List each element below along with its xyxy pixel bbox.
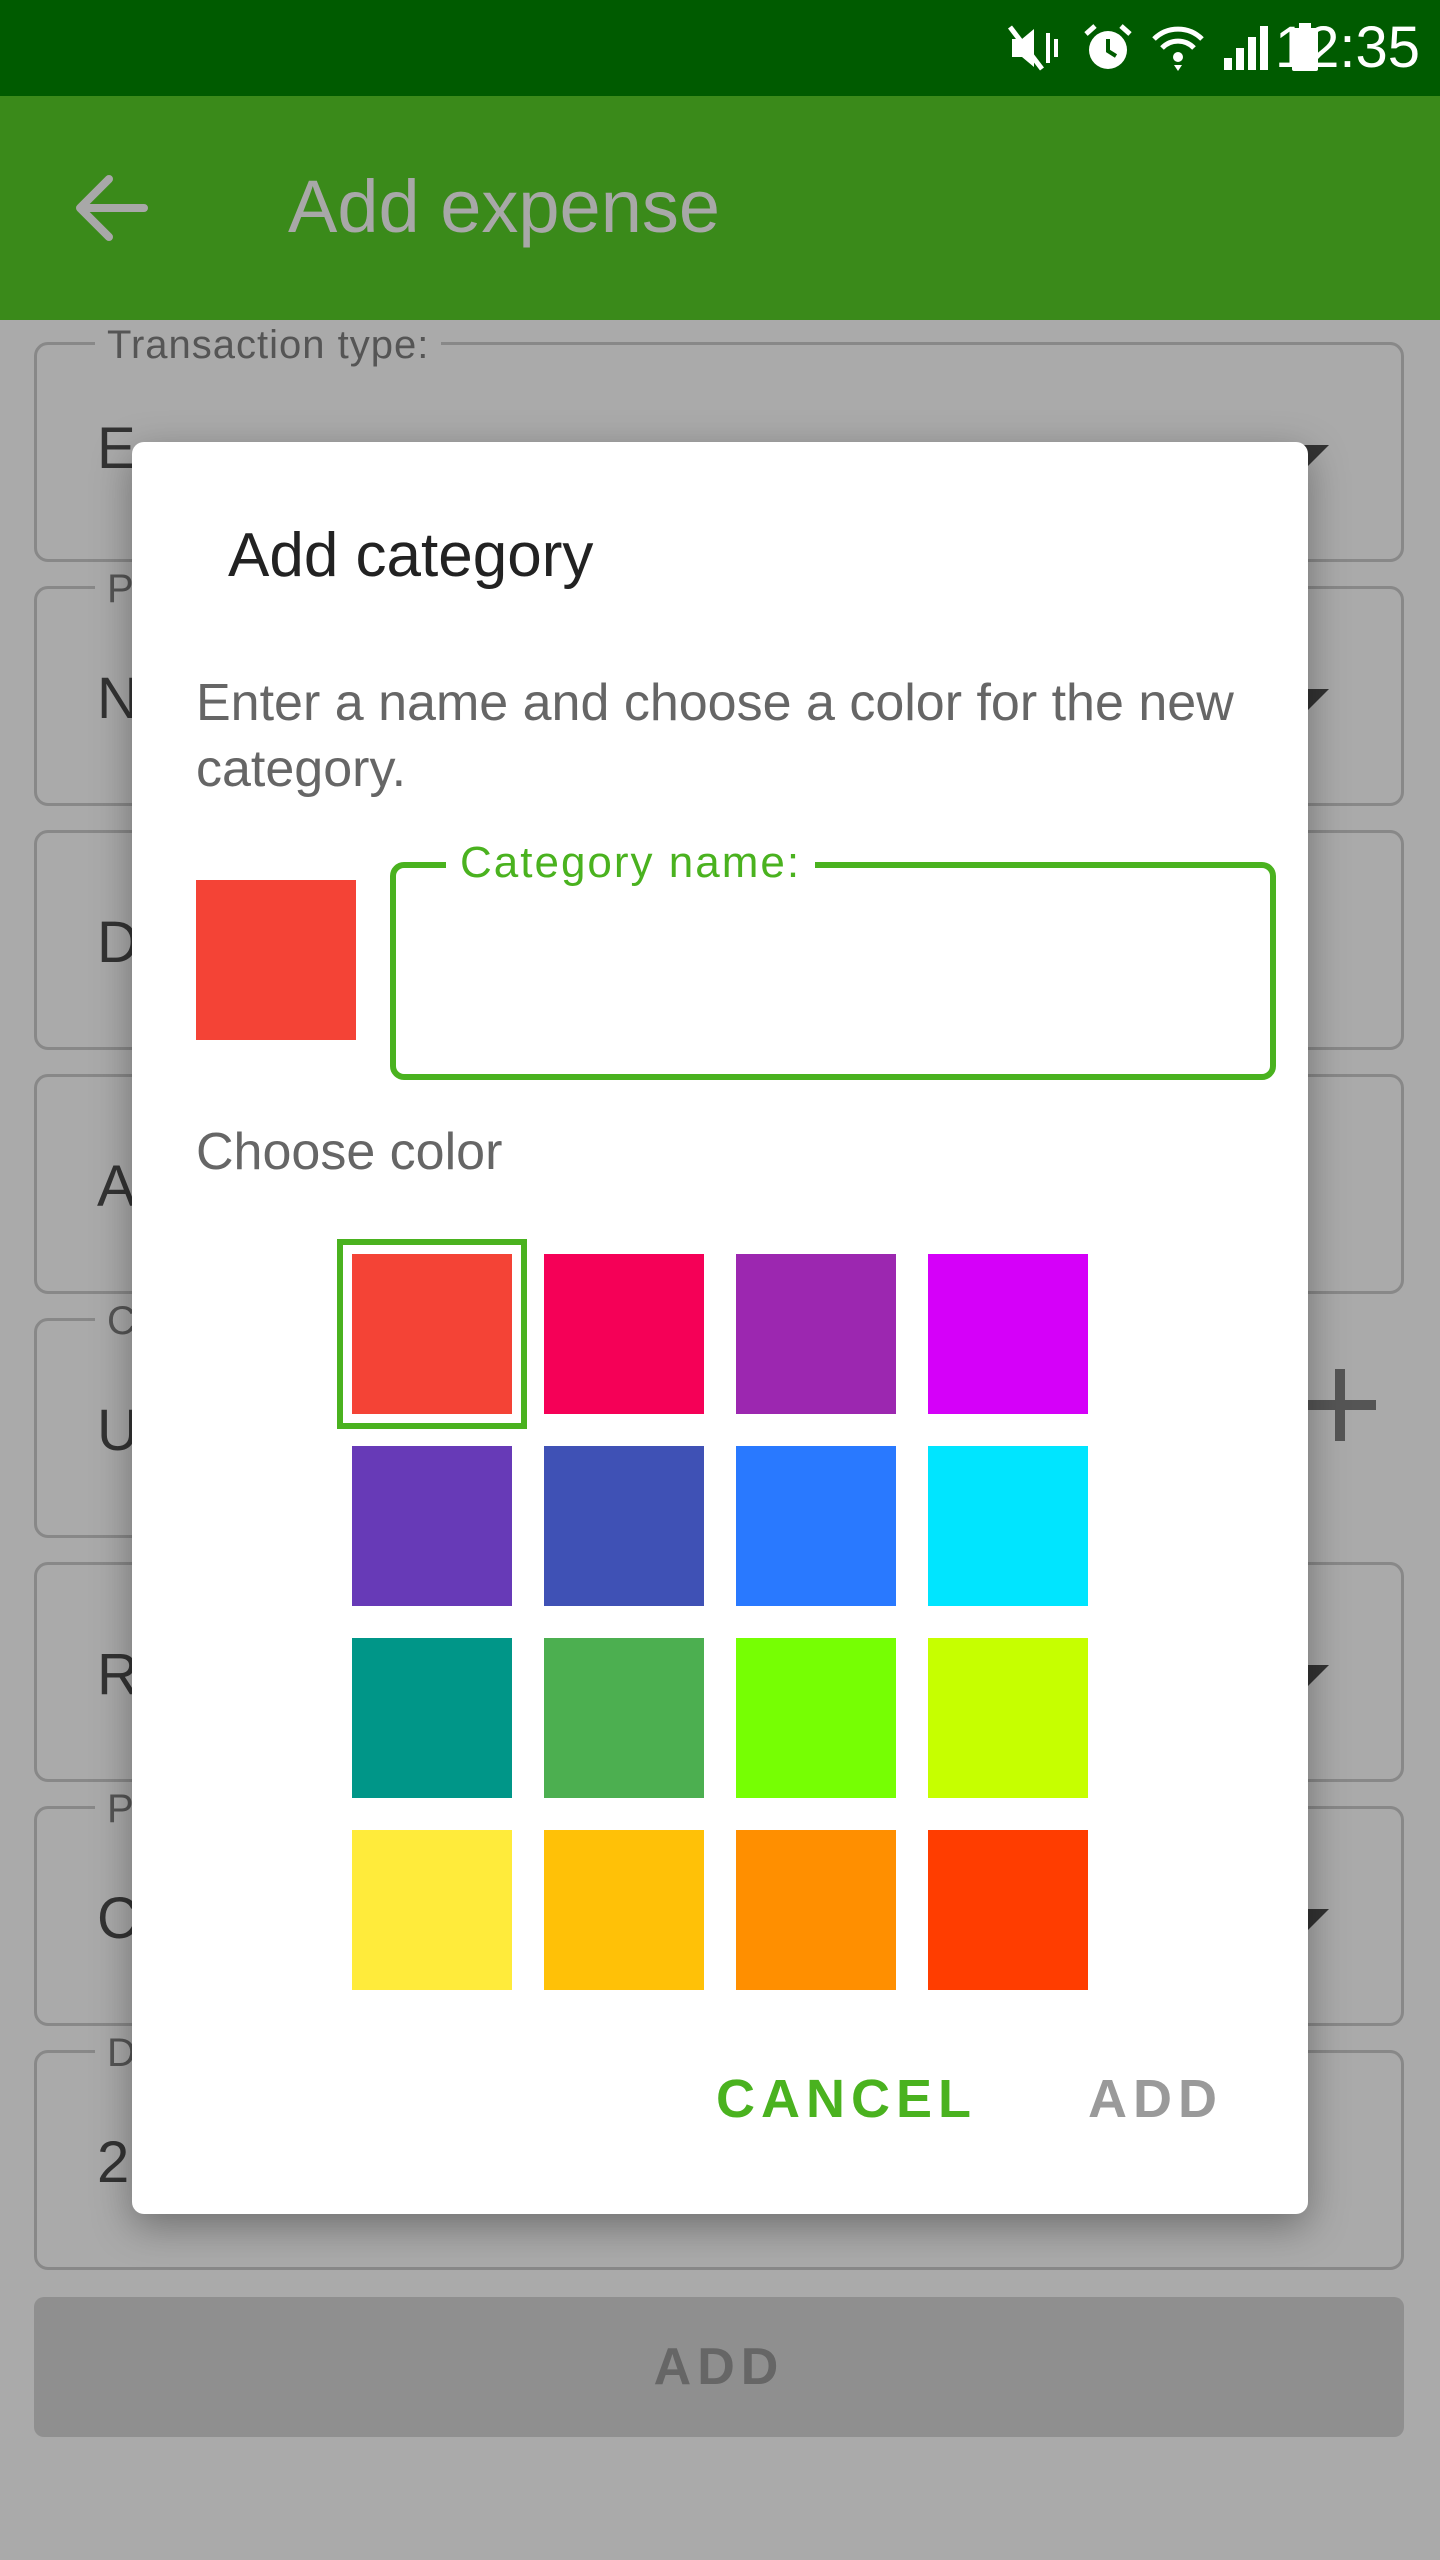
wifi-icon	[1152, 26, 1204, 71]
color-swatch[interactable]	[352, 1446, 512, 1606]
selected-color-preview	[196, 880, 356, 1040]
field-value: 2	[97, 2130, 130, 2195]
color-swatch[interactable]	[544, 1254, 704, 1414]
dialog-message: Enter a name and choose a color for the …	[196, 674, 1234, 798]
add-category-plus-icon[interactable]	[1300, 1365, 1380, 1445]
color-swatch[interactable]	[544, 1446, 704, 1606]
status-icons	[1008, 18, 1320, 78]
form-add-button[interactable]: ADD	[34, 2297, 1404, 2437]
color-swatch[interactable]	[352, 1830, 512, 1990]
color-grid	[337, 1239, 1088, 1990]
back-arrow-icon[interactable]	[74, 173, 148, 243]
category-name-field[interactable]: Category name:	[390, 838, 1276, 1080]
add-category-dialog: Add category Enter a name and choose a c…	[132, 442, 1308, 2214]
color-swatch[interactable]	[736, 1446, 896, 1606]
color-swatch[interactable]	[736, 1638, 896, 1798]
color-swatch[interactable]	[544, 1638, 704, 1798]
alarm-icon	[1084, 24, 1132, 69]
add-button[interactable]: ADD	[1088, 2068, 1223, 2130]
choose-color-label: Choose color	[196, 1123, 503, 1181]
status-bar: 12:35	[0, 0, 1440, 96]
color-swatch[interactable]	[928, 1830, 1088, 1990]
category-name-input[interactable]	[426, 928, 1240, 1020]
color-swatch[interactable]	[337, 1239, 527, 1429]
cancel-button[interactable]: CANCEL	[716, 2068, 977, 2130]
color-swatch[interactable]	[928, 1446, 1088, 1606]
color-swatch[interactable]	[736, 1830, 896, 1990]
category-name-label: Category name:	[446, 838, 816, 888]
mute-vibrate-icon	[1008, 25, 1058, 71]
field-value: E	[97, 416, 136, 481]
field-value: A	[97, 1154, 136, 1219]
field-label: Transaction type:	[95, 323, 442, 368]
color-swatch[interactable]	[928, 1638, 1088, 1798]
page-title: Add expense	[288, 165, 721, 248]
color-swatch[interactable]	[736, 1254, 896, 1414]
color-swatch[interactable]	[544, 1830, 704, 1990]
signal-icon	[1224, 26, 1268, 70]
color-swatch[interactable]	[928, 1254, 1088, 1414]
color-swatch[interactable]	[352, 1638, 512, 1798]
status-time: 12:35	[1274, 15, 1420, 80]
dialog-title: Add category	[228, 521, 594, 590]
app-bar: Add expense	[0, 96, 1440, 320]
